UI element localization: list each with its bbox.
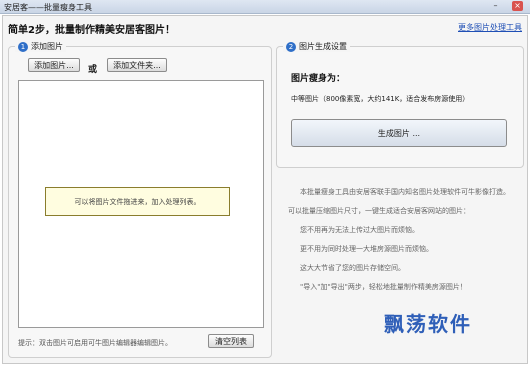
close-button[interactable]: × [512,1,523,11]
more-tools-link[interactable]: 更多图片处理工具 [458,22,522,33]
generate-settings-section-title: 2 图片生成设置 [283,41,350,52]
description-line: "导入"加"导出"两步，轻松地批量制作精美房源图片！ [300,283,467,291]
description-line: 这大大节省了您的图片存储空间。 [300,264,405,272]
page-heading: 简单2步，批量制作精美安居客图片！ [8,25,175,36]
clear-list-button[interactable]: 清空列表 [208,334,254,348]
description-line: 更不用为同时处理一大堆房源图片而烦恼。 [300,245,433,253]
window-title: 安居客——批量瘦身工具 [4,3,92,12]
size-label: 图片瘦身为： [291,74,346,84]
minimize-button[interactable]: – [490,1,501,11]
step-one-icon: 1 [18,41,28,52]
description-line: 可以批量压缩图片尺寸，一键生成适合安居客网站的图片： [288,207,470,215]
title-bar: 安居客——批量瘦身工具 – × [0,0,530,14]
add-images-section-title: 1 添加图片 [15,41,66,52]
step-two-icon: 2 [286,41,296,52]
add-image-button[interactable]: 添加图片... [28,58,80,72]
or-label: 或 [88,65,98,75]
generate-settings-title-label: 图片生成设置 [299,42,347,51]
description-text: 本批量瘦身工具由安居客联手国内知名图片处理软件可牛影像打造。 可以批量压缩图片尺… [288,188,520,302]
description-line: 您不用再为无法上传过大图片而烦恼。 [300,226,419,234]
add-images-title-label: 添加图片 [31,42,63,51]
generate-settings-section: 2 图片生成设置 [276,41,524,168]
tip-text: 提示：双击图片可启用可牛图片编辑器编辑图片。 [18,339,172,347]
description-line: 本批量瘦身工具由安居客联手国内知名图片处理软件可牛影像打造。 [300,188,510,196]
drag-hint-box: 可以将图片文件拖进来，加入处理列表。 [45,187,230,216]
add-folder-button[interactable]: 添加文件夹... [107,58,167,72]
size-option-value[interactable]: 中等图片（800像素宽，大约141K，适合发布房源使用） [291,94,469,104]
generate-images-button[interactable]: 生成图片 ... [291,119,507,147]
watermark-logo: 飘荡软件 [384,312,472,336]
